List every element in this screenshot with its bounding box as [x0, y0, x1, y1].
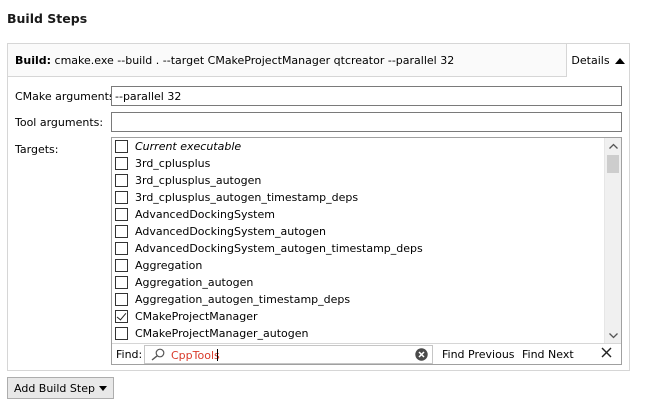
build-step-panel: Build: cmake.exe --build . --target CMak…	[7, 43, 630, 371]
find-next-button[interactable]: Find Next	[522, 348, 574, 361]
target-list-item[interactable]: AdvancedDockingSystem	[112, 206, 606, 223]
find-input[interactable]: CppTools	[144, 345, 433, 364]
target-label: Aggregation_autogen_timestamp_deps	[135, 293, 351, 306]
scroll-down-arrow-icon[interactable]	[605, 328, 621, 343]
target-list-item[interactable]: 3rd_cplusplus_autogen	[112, 172, 606, 189]
add-build-step-button[interactable]: Add Build Step	[7, 377, 114, 399]
dropdown-arrow-icon	[98, 385, 107, 391]
details-button[interactable]: Details	[566, 44, 629, 77]
target-list-item[interactable]: Aggregation_autogen_timestamp_deps	[112, 291, 606, 308]
checkbox[interactable]	[115, 140, 128, 153]
target-list-item[interactable]: CMakeProjectManager	[112, 308, 606, 325]
checkbox[interactable]	[115, 174, 128, 187]
target-label: Aggregation_autogen	[135, 276, 254, 289]
target-list-item[interactable]: 3rd_cplusplus	[112, 155, 606, 172]
clear-search-icon[interactable]	[415, 348, 428, 364]
target-label: CMakeProjectManager_autogen	[135, 327, 309, 340]
target-list-item[interactable]: Aggregation_autogen	[112, 274, 606, 291]
find-label: Find:	[116, 348, 143, 361]
build-step-header: Build: cmake.exe --build . --target CMak…	[8, 44, 629, 77]
build-command: cmake.exe --build . --target CMakeProjec…	[54, 54, 455, 67]
details-label: Details	[571, 54, 610, 67]
build-summary: Build: cmake.exe --build . --target CMak…	[15, 54, 454, 67]
checkbox[interactable]	[115, 327, 128, 340]
target-list-item[interactable]: Current executable	[112, 138, 606, 155]
scrollbar-thumb[interactable]	[607, 155, 619, 173]
checkbox[interactable]	[115, 157, 128, 170]
search-icon[interactable]	[150, 348, 166, 364]
targets-label: Targets:	[15, 143, 59, 156]
text-caret	[217, 349, 218, 361]
tool-arguments-label: Tool arguments:	[15, 116, 104, 129]
find-toolbar: Find: CppTools Find Previous Find Next	[112, 343, 621, 364]
checkbox[interactable]	[115, 293, 128, 306]
close-find-icon[interactable]	[601, 347, 612, 361]
checkbox[interactable]	[115, 242, 128, 255]
target-label: Aggregation	[135, 259, 203, 272]
target-label: 3rd_cplusplus	[135, 157, 211, 170]
checkbox[interactable]	[115, 259, 128, 272]
target-list-item[interactable]: AdvancedDockingSystem_autogen	[112, 223, 606, 240]
find-previous-button[interactable]: Find Previous	[442, 348, 515, 361]
checkbox[interactable]	[115, 225, 128, 238]
cmake-arguments-input[interactable]	[111, 86, 622, 106]
target-label: CMakeProjectManager	[135, 310, 258, 323]
targets-list-box: Current executable 3rd_cplusplus 3rd_cplus…	[111, 137, 622, 365]
targets-list: Current executable 3rd_cplusplus 3rd_cplus…	[112, 138, 606, 343]
target-label: 3rd_cplusplus_autogen	[135, 174, 262, 187]
target-label: AdvancedDockingSystem_autogen_timestamp_…	[135, 242, 423, 255]
scroll-up-arrow-icon[interactable]	[605, 138, 621, 153]
checkbox[interactable]	[115, 208, 128, 221]
build-label: Build:	[15, 54, 52, 67]
checked-checkbox[interactable]	[115, 310, 128, 323]
target-label: AdvancedDockingSystem_autogen	[135, 225, 326, 238]
checkbox[interactable]	[115, 276, 128, 289]
target-label: 3rd_cplusplus_autogen_timestamp_deps	[135, 191, 359, 204]
section-title: Build Steps	[7, 11, 88, 26]
add-build-step-label: Add Build Step	[14, 381, 95, 395]
tool-arguments-input[interactable]	[111, 112, 622, 132]
target-list-item[interactable]: 3rd_cplusplus_autogen_timestamp_deps	[112, 189, 606, 206]
target-label: AdvancedDockingSystem	[135, 208, 275, 221]
checkbox[interactable]	[115, 191, 128, 204]
find-input-text: CppTools	[171, 349, 220, 362]
cmake-arguments-label: CMake arguments:	[15, 90, 119, 103]
targets-scrollbar[interactable]	[604, 138, 621, 343]
collapse-arrow-icon	[614, 57, 625, 64]
target-label: Current executable	[135, 140, 242, 153]
target-list-item[interactable]: AdvancedDockingSystem_autogen_timestamp_…	[112, 240, 606, 257]
target-list-item[interactable]: Aggregation	[112, 257, 606, 274]
target-list-item[interactable]: CMakeProjectManager_autogen	[112, 325, 606, 342]
